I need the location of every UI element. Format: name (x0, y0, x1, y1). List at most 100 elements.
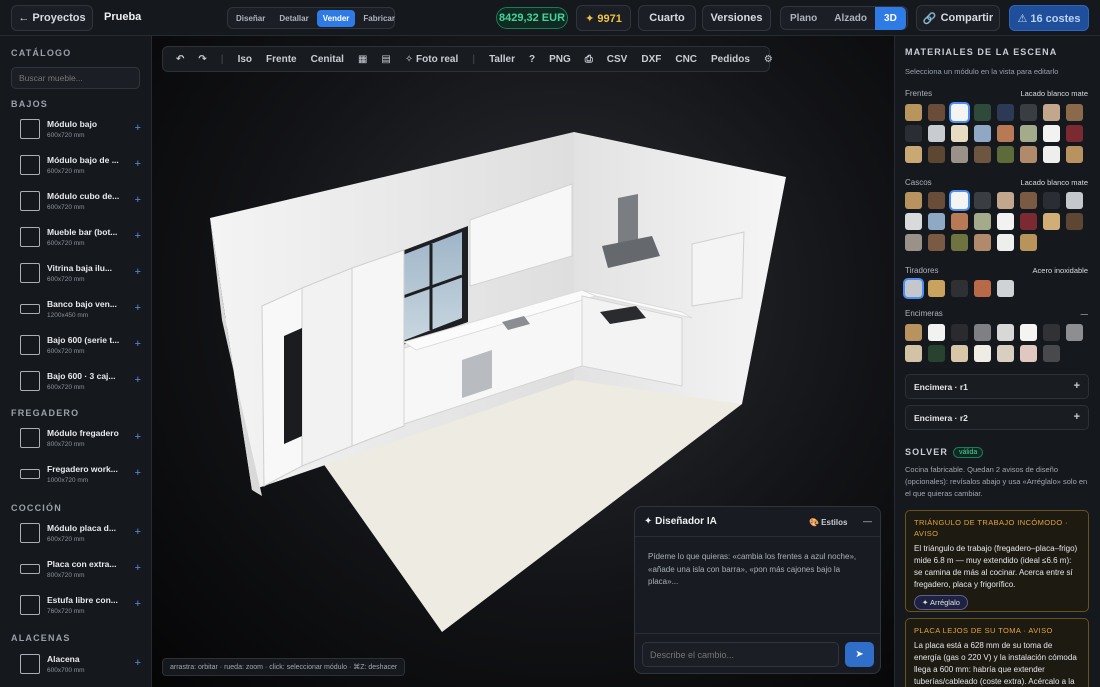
add-icon[interactable]: + (135, 302, 141, 314)
color-swatch[interactable] (974, 234, 991, 251)
catalog-item[interactable]: Módulo placa d... 600x720 mm + (11, 517, 141, 549)
catalog-item[interactable]: Estufa libre con... 760x720 mm + (11, 589, 141, 621)
mode-vender[interactable]: Vender (316, 9, 356, 27)
versions-button[interactable]: Versiones (702, 5, 771, 31)
color-swatch[interactable] (1020, 213, 1037, 230)
wall-cabinet-right[interactable] (691, 231, 745, 307)
color-swatch[interactable] (1043, 324, 1060, 341)
catalog-item[interactable]: Módulo cubo de... 600x720 mm + (11, 185, 141, 217)
color-swatch[interactable] (951, 213, 968, 230)
color-swatch[interactable] (997, 345, 1014, 362)
settings-icon[interactable]: ⚙ (764, 54, 773, 65)
color-swatch[interactable] (974, 192, 991, 209)
dxf-export-button[interactable]: DXF (641, 54, 661, 65)
color-swatch[interactable] (905, 125, 922, 142)
color-swatch[interactable] (1020, 125, 1037, 142)
color-swatch[interactable] (905, 345, 922, 362)
color-swatch[interactable] (905, 104, 922, 121)
catalog-item[interactable]: Banco bajo ven... 1200x450 mm + (11, 293, 141, 325)
catalog-item[interactable]: Bajo 600 (serie t... 600x720 mm + (11, 329, 141, 361)
color-swatch[interactable] (1066, 192, 1083, 209)
color-swatch[interactable] (905, 146, 922, 163)
color-swatch[interactable] (1043, 192, 1060, 209)
tall-column[interactable] (351, 249, 405, 447)
minimize-button[interactable]: — (863, 516, 872, 526)
color-swatch[interactable] (997, 146, 1014, 163)
add-icon[interactable]: + (135, 374, 141, 386)
color-swatch[interactable] (1043, 104, 1060, 121)
color-swatch[interactable] (997, 125, 1014, 142)
color-swatch[interactable] (951, 125, 968, 142)
color-swatch[interactable] (974, 280, 991, 297)
color-swatch[interactable] (1043, 213, 1060, 230)
print-icon[interactable]: ⎙ (585, 54, 593, 65)
color-swatch[interactable] (928, 146, 945, 163)
add-icon[interactable]: + (135, 526, 141, 538)
color-swatch[interactable] (1043, 125, 1060, 142)
back-to-projects-button[interactable]: ← Proyectos (11, 5, 93, 31)
costs-button[interactable]: ⚠ 16 costes (1009, 5, 1089, 31)
add-icon[interactable]: + (1074, 411, 1080, 423)
catalog-item[interactable]: Fregadero work... 1000x720 mm + (11, 458, 141, 490)
color-swatch[interactable] (951, 280, 968, 297)
color-swatch[interactable] (974, 125, 991, 142)
catalog-item[interactable]: Módulo bajo de ... 600x720 mm + (11, 149, 141, 181)
color-swatch[interactable] (1043, 345, 1060, 362)
color-swatch[interactable] (951, 192, 968, 209)
color-swatch[interactable] (928, 324, 945, 341)
color-swatch[interactable] (1020, 324, 1037, 341)
view-alzado[interactable]: Alzado (826, 7, 875, 30)
add-icon[interactable]: + (135, 467, 141, 479)
csv-export-button[interactable]: CSV (607, 54, 628, 65)
iso-view-button[interactable]: Iso (238, 54, 252, 65)
color-swatch[interactable] (997, 280, 1014, 297)
help-button[interactable]: ? (529, 54, 535, 65)
color-swatch[interactable] (928, 125, 945, 142)
add-icon[interactable]: + (135, 657, 141, 669)
color-swatch[interactable] (951, 104, 968, 121)
color-swatch[interactable] (1020, 146, 1037, 163)
add-icon[interactable]: + (135, 122, 141, 134)
workshop-button[interactable]: Taller (489, 54, 515, 65)
color-swatch[interactable] (928, 213, 945, 230)
color-swatch[interactable] (1020, 104, 1037, 121)
color-swatch[interactable] (974, 213, 991, 230)
catalog-item[interactable]: Módulo fregadero 800x720 mm + (11, 422, 141, 454)
view-3d[interactable]: 3D (875, 6, 906, 30)
color-swatch[interactable] (928, 192, 945, 209)
catalog-item[interactable]: Vitrina baja ilu... 600x720 mm + (11, 257, 141, 289)
add-icon[interactable]: + (135, 266, 141, 278)
top-view-button[interactable]: Cenital (311, 54, 344, 65)
add-icon[interactable]: + (135, 562, 141, 574)
undo-button[interactable]: ↶ (176, 54, 184, 65)
credits-button[interactable]: ✦ 9971 (576, 5, 631, 31)
catalog-search-input[interactable] (11, 67, 140, 89)
countertop-r2-row[interactable]: Encimera · r2 + (905, 405, 1089, 430)
color-swatch[interactable] (928, 234, 945, 251)
share-button[interactable]: 🔗 Compartir (916, 5, 1000, 31)
color-swatch[interactable] (997, 324, 1014, 341)
catalog-item[interactable]: Bajo 600 · 3 caj... 600x720 mm + (11, 365, 141, 397)
catalog-item[interactable]: Alacena 600x700 mm + (11, 648, 141, 680)
add-icon[interactable]: + (1074, 380, 1080, 392)
color-swatch[interactable] (905, 234, 922, 251)
add-icon[interactable]: + (135, 194, 141, 206)
mode-fabricar[interactable]: Fabricar (357, 10, 401, 27)
color-swatch[interactable] (1066, 104, 1083, 121)
color-swatch[interactable] (974, 146, 991, 163)
png-export-button[interactable]: PNG (549, 54, 571, 65)
cnc-export-button[interactable]: CNC (675, 54, 697, 65)
layers-icon[interactable]: ▦ (358, 54, 367, 65)
add-icon[interactable]: + (135, 230, 141, 242)
render-icon[interactable]: ▤ (381, 54, 390, 65)
countertop-r1-row[interactable]: Encimera · r1 + (905, 374, 1089, 399)
color-swatch[interactable] (928, 345, 945, 362)
catalog-item[interactable]: Mueble bar (bot... 600x720 mm + (11, 221, 141, 253)
photo-real-button[interactable]: ✧ Foto real (405, 54, 458, 65)
range-hood-chimney[interactable] (618, 194, 638, 246)
color-swatch[interactable] (905, 324, 922, 341)
redo-button[interactable]: ↷ (198, 54, 206, 65)
color-swatch[interactable] (1020, 234, 1037, 251)
color-swatch[interactable] (1066, 146, 1083, 163)
color-swatch[interactable] (974, 345, 991, 362)
